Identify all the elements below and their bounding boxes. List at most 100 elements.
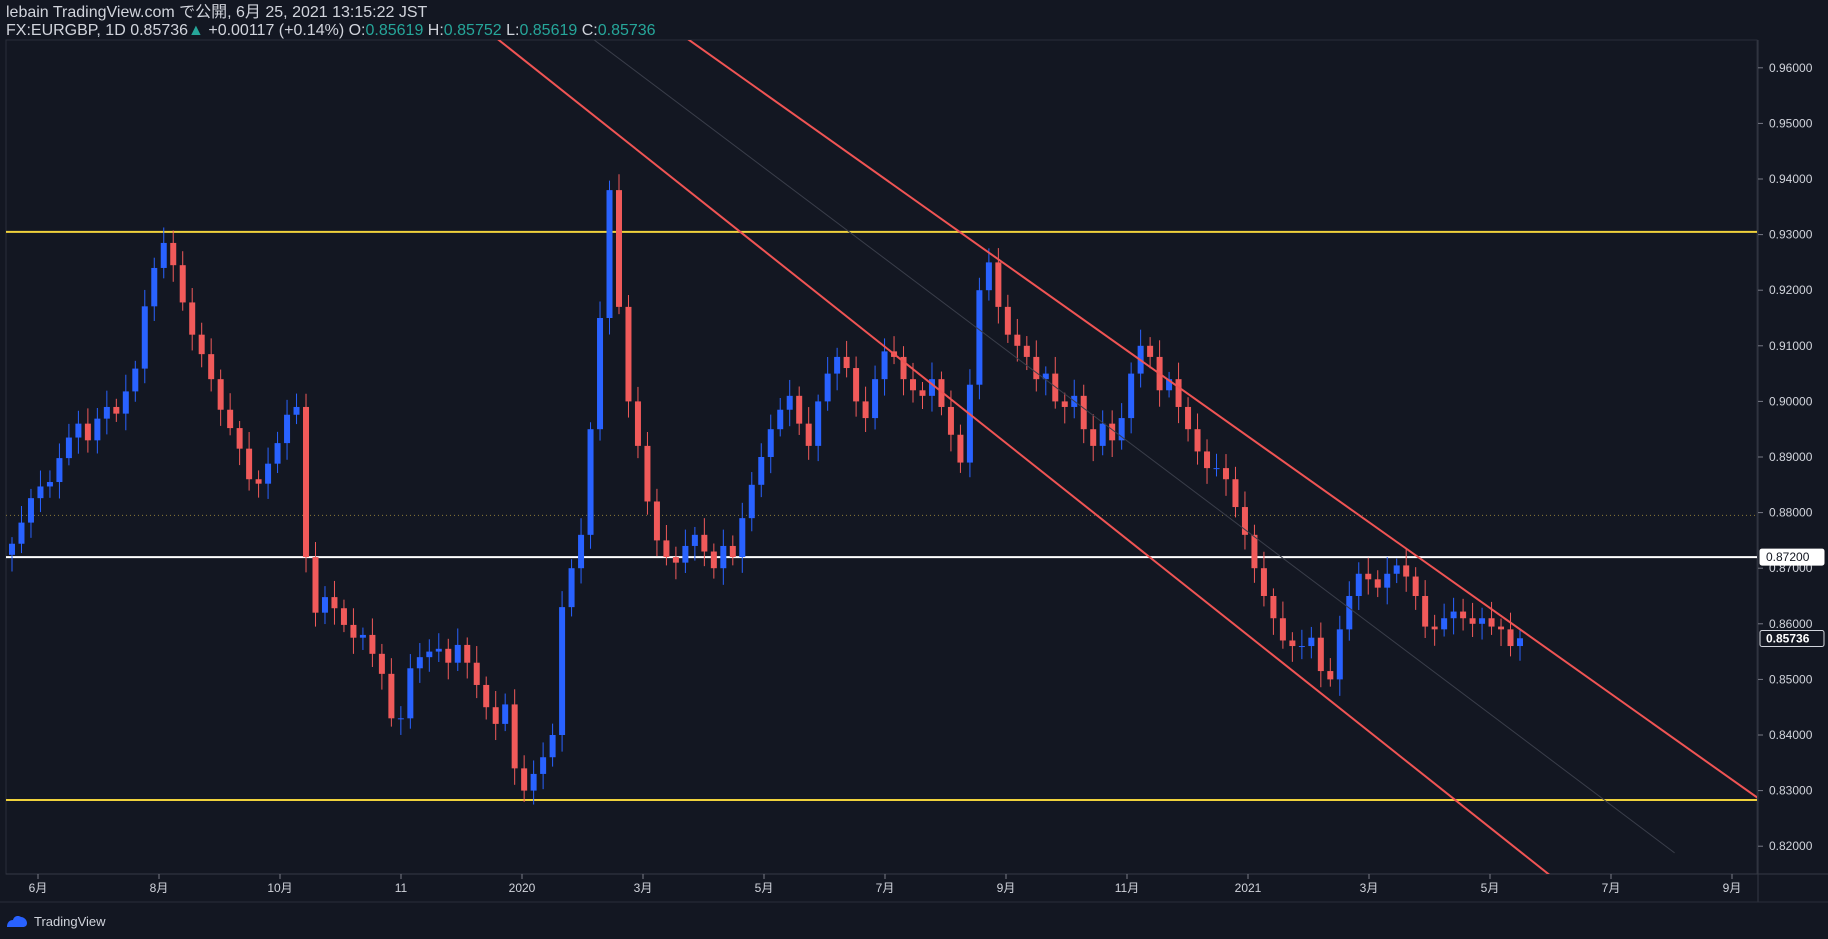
candle-body: [1450, 611, 1457, 619]
x-tick-label: 9月: [997, 881, 1016, 895]
candle-body: [1080, 395, 1087, 430]
y-tick-label: 0.95000: [1769, 116, 1813, 130]
candle-body: [75, 423, 82, 438]
candle-body: [1317, 637, 1324, 672]
candle-body: [65, 437, 72, 459]
candle-body: [293, 406, 300, 415]
candle-body: [1336, 629, 1343, 680]
candle-body: [1052, 373, 1059, 402]
candle-body: [227, 409, 234, 429]
y-tick-label: 0.86000: [1769, 617, 1813, 631]
candle-body: [46, 482, 53, 487]
candle-body: [739, 518, 746, 558]
candle-body: [663, 540, 670, 558]
candle-body: [672, 557, 679, 563]
candle-body: [1355, 573, 1362, 596]
candle-body: [208, 354, 215, 380]
candle-body: [1488, 618, 1495, 627]
candle-body: [198, 334, 205, 355]
candle-body: [303, 406, 310, 558]
y-tick-label: 0.92000: [1769, 283, 1813, 297]
price-chart[interactable]: 0.820000.830000.840000.850000.860000.870…: [0, 0, 1828, 939]
candle-body: [122, 391, 129, 414]
candle-body: [881, 351, 888, 380]
candle-body: [236, 428, 243, 449]
candle-body: [853, 368, 860, 402]
trendline-channel-lower: [497, 40, 1550, 874]
candle-body: [113, 406, 120, 414]
candle-body: [615, 190, 622, 307]
candle-body: [473, 662, 480, 685]
candle-body: [160, 242, 167, 268]
x-tick-label: 6月: [29, 881, 48, 895]
footer-brand: TradingView: [34, 913, 106, 929]
candle-body: [1251, 534, 1258, 569]
price-label-text: 0.85736: [1766, 631, 1810, 645]
trendline-channel-upper: [687, 40, 1757, 799]
y-tick-label: 0.96000: [1769, 61, 1813, 75]
candle-body: [1374, 579, 1381, 588]
y-tick-label: 0.84000: [1769, 728, 1813, 742]
candle-body: [464, 644, 471, 663]
candle-body: [265, 463, 272, 484]
y-tick-label: 0.90000: [1769, 394, 1813, 408]
candle-body: [27, 498, 34, 523]
candle-body: [1498, 626, 1505, 630]
candle-body: [691, 534, 698, 546]
y-tick-label: 0.93000: [1769, 228, 1813, 242]
candle-body: [1270, 596, 1277, 619]
x-tick-label: 2021: [1235, 881, 1262, 895]
candle-body: [56, 458, 63, 483]
candle-body: [1004, 306, 1011, 335]
candle-body: [1422, 596, 1429, 627]
candle-body: [957, 434, 964, 463]
candle-body: [312, 557, 319, 613]
tradingview-logo-icon: [7, 916, 27, 927]
candle-body: [84, 423, 91, 441]
candle-body: [521, 768, 528, 791]
candle-body: [1365, 573, 1372, 580]
trendline-channel-mid: [593, 40, 1675, 854]
candle-body: [1147, 345, 1154, 357]
candle-body: [511, 704, 518, 769]
candle-body: [653, 501, 660, 541]
tradingview-footer[interactable]: TradingView: [6, 910, 106, 932]
candle-body: [435, 648, 442, 652]
x-tick-label: 5月: [755, 881, 774, 895]
candle-body: [1289, 640, 1296, 647]
candle-body: [625, 306, 632, 402]
candle-body: [1308, 637, 1315, 647]
candle-body: [416, 657, 423, 669]
candle-body: [1232, 479, 1239, 508]
y-tick-label: 0.88000: [1769, 506, 1813, 520]
candle-body: [1185, 406, 1192, 430]
candle-body: [985, 262, 992, 291]
y-tick-label: 0.83000: [1769, 784, 1813, 798]
candle-body: [701, 534, 708, 552]
candle-body: [947, 406, 954, 435]
candle-body: [170, 242, 177, 266]
candle-body: [1109, 423, 1116, 441]
candle-body: [796, 395, 803, 424]
candle-body: [634, 401, 641, 446]
candle-body: [530, 773, 537, 791]
candle-body: [321, 597, 328, 613]
candle-body: [1260, 568, 1267, 596]
candle-body: [1128, 373, 1135, 419]
candle-body: [284, 414, 291, 444]
y-tick-label: 0.89000: [1769, 450, 1813, 464]
candle-body: [720, 545, 727, 569]
candle-body: [9, 543, 15, 555]
candle-body: [350, 624, 357, 638]
x-tick-label: 11: [395, 881, 408, 895]
candle-body: [758, 457, 765, 485]
candle-body: [378, 653, 385, 674]
price-label-text: 0.87200: [1766, 550, 1810, 564]
x-tick-label: 3月: [1360, 881, 1379, 895]
candle-body: [189, 302, 196, 335]
candle-body: [1479, 618, 1486, 624]
x-tick-label: 7月: [876, 881, 895, 895]
candle-body: [445, 648, 452, 663]
candle-body: [1327, 671, 1334, 680]
candle-body: [1222, 468, 1229, 480]
